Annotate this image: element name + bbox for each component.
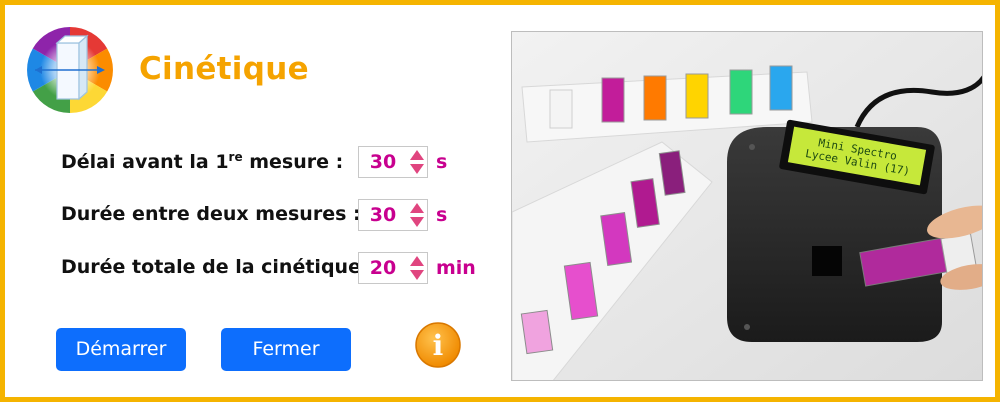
spectrum-cuvette-logo-icon [27, 27, 113, 113]
interval-spinbox[interactable]: 30 [358, 199, 428, 231]
interval-label: Durée entre deux mesures : [61, 203, 361, 225]
spin-arrows[interactable] [408, 202, 426, 228]
delay-unit: s [436, 151, 448, 173]
total-duration-label: Durée totale de la cinétique : [61, 256, 376, 278]
total-duration-value[interactable]: 20 [359, 253, 407, 283]
ordinal-superscript: re [228, 150, 243, 164]
delay-label-text: Délai avant la 1 [61, 151, 229, 173]
info-icon: i [415, 322, 461, 368]
spin-up-arrow-icon [410, 150, 424, 160]
delay-label: Délai avant la 1re mesure : [61, 150, 343, 173]
device-photo: Mini Spectro Lycee Valin (17) [511, 31, 983, 381]
spin-down-arrow-icon [410, 164, 424, 174]
info-button[interactable]: i [414, 321, 462, 369]
delay-spinbox[interactable]: 30 [358, 146, 428, 178]
page-title: Cinétique [139, 51, 309, 87]
close-button[interactable]: Fermer [221, 328, 351, 371]
spin-down-arrow-icon [410, 270, 424, 280]
spin-arrows[interactable] [408, 255, 426, 281]
interval-value[interactable]: 30 [359, 200, 407, 230]
spin-up-arrow-icon [410, 203, 424, 213]
interval-unit: s [436, 204, 448, 226]
spin-arrows[interactable] [408, 149, 426, 175]
delay-label-suffix: mesure : [242, 151, 344, 173]
start-button[interactable]: Démarrer [56, 328, 186, 371]
delay-value[interactable]: 30 [359, 147, 407, 177]
spin-down-arrow-icon [410, 217, 424, 227]
total-duration-unit: min [436, 257, 476, 279]
app-window: Cinétique Délai avant la 1re mesure : 30… [0, 0, 1000, 402]
info-label: i [433, 329, 444, 362]
spin-up-arrow-icon [410, 256, 424, 266]
total-duration-spinbox[interactable]: 20 [358, 252, 428, 284]
